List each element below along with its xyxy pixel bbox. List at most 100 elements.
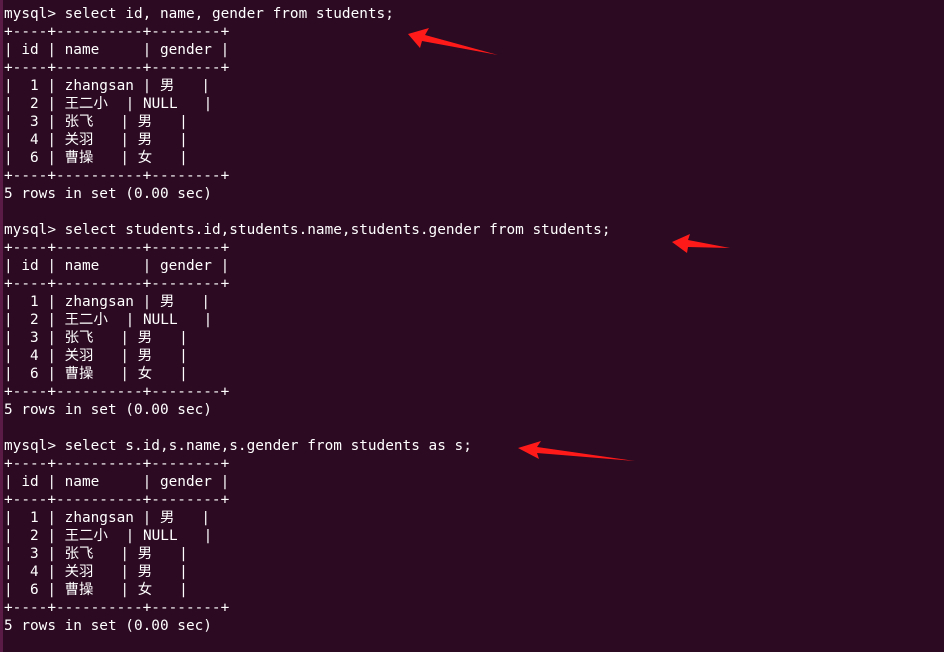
terminal-output[interactable]: mysql> select id, name, gender from stud…	[4, 5, 610, 635]
cell-separator: |	[38, 564, 65, 580]
cell-name: 曹操	[64, 150, 112, 166]
cell-gender: 女	[137, 150, 171, 166]
sql-command[interactable]: select id, name, gender from students;	[65, 6, 394, 22]
cell-gender: 男	[159, 78, 193, 94]
cell-gender: 男	[137, 348, 171, 364]
cell-name: zhangsan	[64, 294, 134, 310]
cell-separator: |	[4, 348, 22, 364]
cell-name: 曹操	[64, 366, 112, 382]
cell-gender: 男	[159, 294, 193, 310]
cell-id: 2	[21, 312, 39, 328]
table-row: | 2 | 王二小 | NULL |	[4, 527, 610, 545]
cell-name: 关羽	[64, 564, 112, 580]
cell-name: 张飞	[64, 330, 112, 346]
cell-separator: |	[194, 96, 213, 112]
cell-name: 张飞	[64, 546, 112, 562]
cell-name: zhangsan	[64, 78, 134, 94]
cell-gender: 男	[159, 510, 193, 526]
cell-id: 3	[21, 330, 39, 346]
cell-separator: |	[133, 78, 160, 94]
table-row: | 4 | 关羽 | 男 |	[4, 131, 610, 149]
table-border: +----+----------+--------+	[4, 168, 230, 184]
cell-separator: |	[38, 78, 65, 94]
cell-name: 王二小	[64, 312, 117, 328]
cell-separator: |	[111, 348, 138, 364]
table-row: | 3 | 张飞 | 男 |	[4, 113, 610, 131]
cell-separator: |	[4, 582, 22, 598]
cell-separator: |	[4, 132, 22, 148]
arrow-icon	[408, 28, 498, 55]
table-row: | 2 | 王二小 | NULL |	[4, 95, 610, 113]
cell-id: 1	[21, 294, 39, 310]
cell-separator: |	[38, 510, 65, 526]
cell-separator: |	[4, 510, 22, 526]
cell-id: 2	[21, 528, 39, 544]
cell-separator: |	[170, 330, 188, 346]
table-row: | 6 | 曹操 | 女 |	[4, 149, 610, 167]
cell-separator: |	[38, 96, 65, 112]
cell-separator: |	[111, 132, 138, 148]
table-row: | 4 | 关羽 | 男 |	[4, 347, 610, 365]
mysql-prompt: mysql>	[4, 222, 65, 238]
table-border: +----+----------+--------+	[4, 24, 230, 40]
query-block: mysql> select students.id,students.name,…	[4, 221, 610, 437]
cell-id: 1	[21, 510, 39, 526]
cell-id: 6	[21, 150, 39, 166]
command-line: mysql> select id, name, gender from stud…	[4, 5, 610, 23]
cell-gender: 男	[137, 546, 171, 562]
cell-separator: |	[38, 582, 65, 598]
cell-gender: 男	[137, 114, 171, 130]
cell-separator: |	[4, 528, 22, 544]
cell-separator: |	[170, 114, 188, 130]
cell-id: 1	[21, 78, 39, 94]
cell-separator: |	[194, 312, 213, 328]
table-row: | 3 | 张飞 | 男 |	[4, 329, 610, 347]
cell-separator: |	[133, 510, 160, 526]
cell-separator: |	[192, 510, 210, 526]
cell-separator: |	[170, 564, 188, 580]
result-status: 5 rows in set (0.00 sec)	[4, 618, 212, 634]
arrow-annotation-1	[408, 28, 498, 55]
cell-separator: |	[111, 564, 138, 580]
cell-separator: |	[38, 312, 65, 328]
query-block: mysql> select id, name, gender from stud…	[4, 5, 610, 221]
cell-id: 3	[21, 546, 39, 562]
cell-separator: |	[38, 294, 65, 310]
cell-gender: NULL	[142, 528, 195, 544]
sql-command[interactable]: select s.id,s.name,s.gender from student…	[65, 438, 472, 454]
cell-name: zhangsan	[64, 510, 134, 526]
cell-separator: |	[192, 294, 210, 310]
cell-gender: 女	[137, 366, 171, 382]
window-edge	[0, 0, 3, 652]
table-border: +----+----------+--------+	[4, 60, 230, 76]
cell-separator: |	[38, 132, 65, 148]
cell-separator: |	[38, 528, 65, 544]
arrow-annotation-2	[672, 234, 730, 253]
cell-separator: |	[4, 294, 22, 310]
table-border: +----+----------+--------+	[4, 600, 230, 616]
cell-separator: |	[4, 96, 22, 112]
cell-separator: |	[111, 150, 138, 166]
sql-command[interactable]: select students.id,students.name,student…	[65, 222, 611, 238]
cell-separator: |	[4, 564, 22, 580]
cell-separator: |	[194, 528, 213, 544]
cell-separator: |	[116, 96, 143, 112]
cell-name: 张飞	[64, 114, 112, 130]
cell-separator: |	[4, 78, 22, 94]
table-row: | 2 | 王二小 | NULL |	[4, 311, 610, 329]
cell-name: 王二小	[64, 528, 117, 544]
table-header: | id | name | gender |	[4, 42, 230, 58]
cell-separator: |	[111, 546, 138, 562]
mysql-prompt: mysql>	[4, 6, 65, 22]
cell-separator: |	[4, 150, 22, 166]
cell-separator: |	[170, 150, 188, 166]
cell-separator: |	[170, 582, 188, 598]
cell-separator: |	[38, 348, 65, 364]
result-status: 5 rows in set (0.00 sec)	[4, 186, 212, 202]
cell-name: 曹操	[64, 582, 112, 598]
cell-gender: 男	[137, 564, 171, 580]
cell-separator: |	[111, 330, 138, 346]
command-line: mysql> select students.id,students.name,…	[4, 221, 610, 239]
